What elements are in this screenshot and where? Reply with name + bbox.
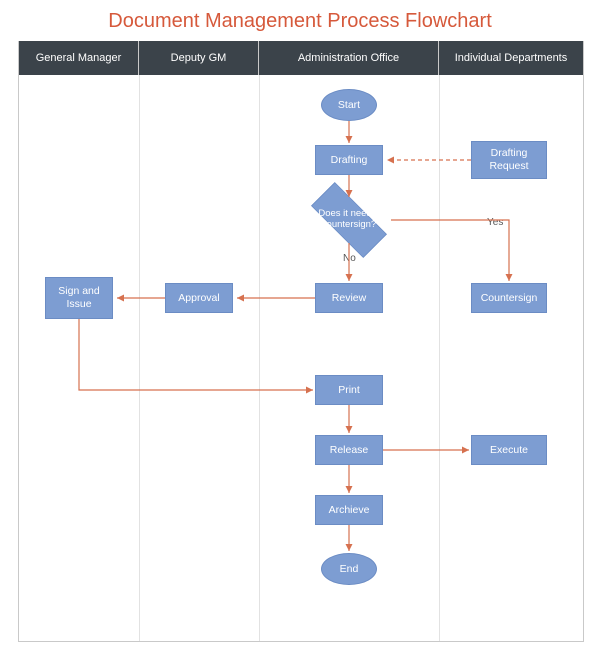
node-sign-issue: Sign and Issue: [45, 277, 113, 319]
node-drafting-request: Drafting Request: [471, 141, 547, 179]
edge-label-no: No: [343, 253, 356, 264]
swimlane-body: Start Drafting Drafting Request Does it …: [19, 75, 583, 641]
lane-divider: [139, 75, 140, 641]
page-title: Document Management Process Flowchart: [0, 0, 600, 41]
lane-header-individual-departments: Individual Departments: [439, 41, 583, 75]
node-approval: Approval: [165, 283, 233, 313]
lane-header-general-manager: General Manager: [19, 41, 139, 75]
swimlane-container: General Manager Deputy GM Administration…: [18, 41, 584, 642]
node-countersign: Countersign: [471, 283, 547, 313]
edge-label-yes: Yes: [487, 217, 503, 228]
node-decision: Does it need a countersign?: [304, 193, 394, 247]
lane-headers: General Manager Deputy GM Administration…: [19, 41, 583, 75]
node-release: Release: [315, 435, 383, 465]
node-decision-label: Does it need a countersign?: [304, 193, 394, 247]
node-archive: Archieve: [315, 495, 383, 525]
node-execute: Execute: [471, 435, 547, 465]
node-print: Print: [315, 375, 383, 405]
node-drafting: Drafting: [315, 145, 383, 175]
node-start: Start: [321, 89, 377, 121]
lane-divider: [439, 75, 440, 641]
lane-header-admin-office: Administration Office: [259, 41, 439, 75]
lane-header-deputy-gm: Deputy GM: [139, 41, 259, 75]
lane-divider: [259, 75, 260, 641]
node-review: Review: [315, 283, 383, 313]
node-end: End: [321, 553, 377, 585]
